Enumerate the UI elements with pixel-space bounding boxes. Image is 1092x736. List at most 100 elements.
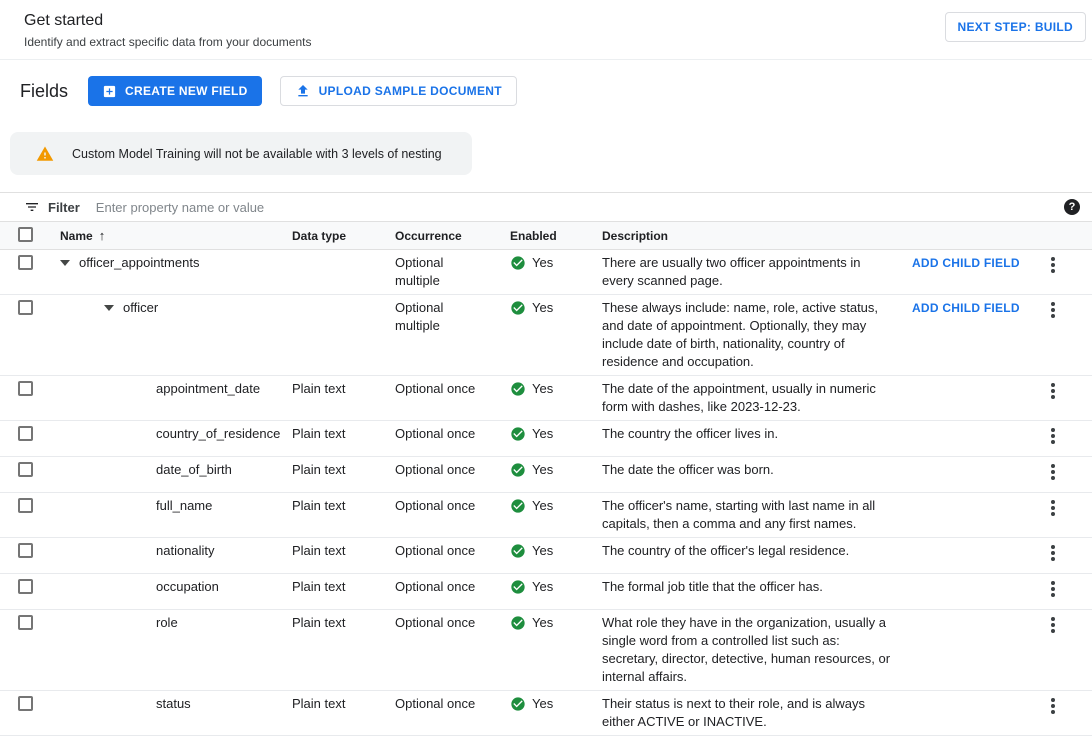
field-enabled-cell: Yes bbox=[510, 299, 602, 317]
column-header-occurrence[interactable]: Occurrence bbox=[395, 229, 510, 243]
filter-list-icon bbox=[24, 199, 40, 215]
field-description: The date the officer was born. bbox=[602, 461, 912, 479]
field-data-type: Plain text bbox=[292, 542, 395, 560]
field-data-type: Plain text bbox=[292, 578, 395, 596]
column-header-description[interactable]: Description bbox=[602, 229, 912, 243]
field-name: occupation bbox=[156, 578, 219, 596]
row-menu-cell bbox=[1035, 299, 1092, 326]
field-name: country_of_residence bbox=[156, 425, 280, 443]
field-name-cell: status bbox=[60, 695, 292, 713]
field-data-type: Plain text bbox=[292, 614, 395, 632]
field-data-type: Plain text bbox=[292, 425, 395, 443]
check-circle-icon bbox=[510, 542, 526, 559]
column-header-name[interactable]: Name↑ bbox=[60, 228, 292, 243]
arrow-upward-icon[interactable]: ↑ bbox=[99, 228, 106, 243]
field-enabled-cell: Yes bbox=[510, 380, 602, 398]
more-options-icon[interactable] bbox=[1047, 578, 1059, 600]
row-checkbox[interactable] bbox=[18, 462, 33, 477]
field-name-cell: occupation bbox=[60, 578, 292, 596]
row-menu-cell bbox=[1035, 497, 1092, 524]
field-enabled-cell: Yes bbox=[510, 425, 602, 443]
field-occurrence: Optional multiple bbox=[395, 254, 510, 290]
field-occurrence: Optional once bbox=[395, 425, 510, 443]
fields-title: Fields bbox=[20, 81, 68, 102]
upload-sample-document-button[interactable]: UPLOAD SAMPLE DOCUMENT bbox=[280, 76, 517, 106]
next-step-build-button[interactable]: NEXT STEP: BUILD bbox=[945, 12, 1086, 42]
field-name-cell: officer_appointments bbox=[60, 254, 292, 272]
row-menu-cell bbox=[1035, 578, 1092, 605]
table-row: country_of_residence Plain text Optional… bbox=[0, 421, 1092, 457]
more-options-icon[interactable] bbox=[1047, 542, 1059, 564]
select-all-checkbox[interactable] bbox=[18, 227, 33, 242]
field-occurrence: Optional once bbox=[395, 461, 510, 479]
row-checkbox[interactable] bbox=[18, 300, 33, 315]
filter-input[interactable] bbox=[94, 199, 1064, 216]
field-name: nationality bbox=[156, 542, 215, 560]
more-options-icon[interactable] bbox=[1047, 497, 1059, 519]
row-checkbox[interactable] bbox=[18, 543, 33, 558]
field-enabled-value: Yes bbox=[532, 299, 553, 317]
row-checkbox-cell bbox=[0, 578, 60, 599]
field-occurrence: Optional once bbox=[395, 695, 510, 713]
field-name: appointment_date bbox=[156, 380, 260, 398]
field-name: status bbox=[156, 695, 191, 713]
field-enabled-value: Yes bbox=[532, 578, 553, 596]
chevron-down-icon[interactable] bbox=[104, 305, 114, 311]
row-checkbox[interactable] bbox=[18, 579, 33, 594]
field-name: full_name bbox=[156, 497, 212, 515]
field-name-cell: officer bbox=[60, 299, 292, 317]
more-options-icon[interactable] bbox=[1047, 461, 1059, 483]
field-occurrence: Optional once bbox=[395, 497, 510, 515]
row-checkbox-cell bbox=[0, 614, 60, 635]
row-menu-cell bbox=[1035, 380, 1092, 407]
field-data-type: Plain text bbox=[292, 380, 395, 398]
help-icon[interactable]: ? bbox=[1064, 199, 1080, 215]
check-circle-icon bbox=[510, 497, 526, 514]
add-child-field-button[interactable]: ADD CHILD FIELD bbox=[912, 256, 1020, 270]
chevron-down-icon[interactable] bbox=[60, 260, 70, 266]
field-enabled-value: Yes bbox=[532, 695, 553, 713]
row-checkbox-cell bbox=[0, 254, 60, 275]
check-circle-icon bbox=[510, 254, 526, 271]
field-enabled-value: Yes bbox=[532, 614, 553, 632]
row-menu-cell bbox=[1035, 425, 1092, 452]
field-name: date_of_birth bbox=[156, 461, 232, 479]
add-child-field-button[interactable]: ADD CHILD FIELD bbox=[912, 301, 1020, 315]
more-options-icon[interactable] bbox=[1047, 614, 1059, 636]
row-checkbox[interactable] bbox=[18, 381, 33, 396]
row-checkbox-cell bbox=[0, 461, 60, 482]
field-enabled-value: Yes bbox=[532, 497, 553, 515]
row-checkbox[interactable] bbox=[18, 615, 33, 630]
field-enabled-value: Yes bbox=[532, 380, 553, 398]
field-description: The date of the appointment, usually in … bbox=[602, 380, 912, 416]
field-actions-cell: ADD CHILD FIELD bbox=[912, 299, 1035, 317]
field-enabled-cell: Yes bbox=[510, 461, 602, 479]
more-options-icon[interactable] bbox=[1047, 380, 1059, 402]
row-checkbox[interactable] bbox=[18, 498, 33, 513]
column-header-data-type[interactable]: Data type bbox=[292, 229, 395, 243]
create-new-field-button[interactable]: CREATE NEW FIELD bbox=[88, 76, 262, 106]
create-new-field-label: CREATE NEW FIELD bbox=[125, 84, 248, 98]
field-enabled-cell: Yes bbox=[510, 497, 602, 515]
row-menu-cell bbox=[1035, 461, 1092, 488]
table-row: role Plain text Optional once Yes What r… bbox=[0, 610, 1092, 691]
table-row: date_of_birth Plain text Optional once Y… bbox=[0, 457, 1092, 493]
table-row: nationality Plain text Optional once Yes… bbox=[0, 538, 1092, 574]
field-name-cell: role bbox=[60, 614, 292, 632]
row-checkbox[interactable] bbox=[18, 426, 33, 441]
field-name-cell: appointment_date bbox=[60, 380, 292, 398]
page-title: Get started bbox=[24, 12, 311, 30]
field-name: officer_appointments bbox=[79, 254, 199, 272]
more-options-icon[interactable] bbox=[1047, 425, 1059, 447]
row-checkbox[interactable] bbox=[18, 255, 33, 270]
field-occurrence: Optional once bbox=[395, 542, 510, 560]
check-circle-icon bbox=[510, 425, 526, 442]
filter-label: Filter bbox=[48, 200, 80, 215]
fields-toolbar: Fields CREATE NEW FIELD UPLOAD SAMPLE DO… bbox=[0, 60, 1092, 106]
upload-icon bbox=[295, 83, 311, 99]
more-options-icon[interactable] bbox=[1047, 695, 1059, 717]
more-options-icon[interactable] bbox=[1047, 254, 1059, 276]
more-options-icon[interactable] bbox=[1047, 299, 1059, 321]
column-header-enabled[interactable]: Enabled bbox=[510, 229, 602, 243]
row-checkbox[interactable] bbox=[18, 696, 33, 711]
